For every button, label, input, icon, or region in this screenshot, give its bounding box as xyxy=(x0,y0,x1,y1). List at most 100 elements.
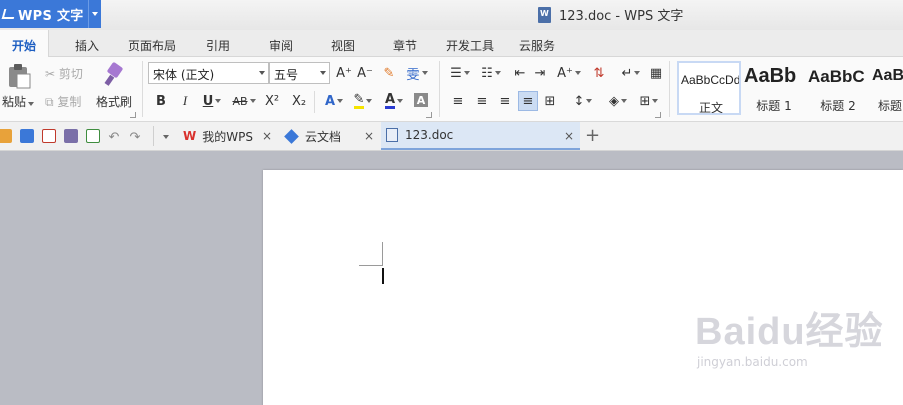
line-spacing-icon: ↕ xyxy=(573,93,585,109)
window-title-text: 123.doc - WPS 文字 xyxy=(559,9,684,24)
close-icon[interactable]: × xyxy=(364,129,374,143)
font-launcher[interactable] xyxy=(426,112,432,118)
baidu-watermark: Baidu经验 jingyan.baidu.com xyxy=(695,300,884,369)
italic-button[interactable]: I xyxy=(178,92,192,110)
save-icon[interactable] xyxy=(20,129,34,143)
tab-view[interactable]: 视图 xyxy=(331,37,355,54)
bold-button[interactable]: B xyxy=(154,92,168,110)
clipboard-launcher[interactable] xyxy=(130,112,136,118)
paragraph-launcher[interactable] xyxy=(655,112,661,118)
strikethrough-button[interactable]: AB xyxy=(230,92,258,110)
grow-font-button[interactable]: A⁺ xyxy=(335,64,353,82)
subscript-button[interactable]: X₂ xyxy=(290,92,308,110)
paint-bucket-icon: ◈ xyxy=(609,93,619,109)
tab-page-layout[interactable]: 页面布局 xyxy=(128,37,176,54)
ribbon-tabs: 开始 插入 页面布局 引用 审阅 视图 章节 开发工具 云服务 xyxy=(0,30,903,58)
line-spacing-button[interactable]: ↕ xyxy=(569,92,597,110)
margin-marker xyxy=(382,242,383,266)
align-right-icon[interactable]: ≡ xyxy=(497,92,513,110)
window-title: 123.doc - WPS 文字 xyxy=(538,5,683,24)
font-color-button[interactable]: A xyxy=(380,92,408,110)
shading-button[interactable]: ◈ xyxy=(604,92,632,110)
document-icon xyxy=(386,128,398,142)
sort-icon[interactable]: ⇅ xyxy=(590,64,608,82)
format-painter-icon[interactable] xyxy=(103,62,127,88)
copy-button[interactable]: ⧉ 复制 xyxy=(45,93,81,110)
bullets-button[interactable]: ☰ xyxy=(446,64,474,82)
cloud-doc-icon xyxy=(284,128,299,144)
change-case-button[interactable]: A⁺ xyxy=(555,64,583,82)
chevron-down-icon[interactable] xyxy=(88,0,101,28)
show-marks-button[interactable]: ↵ xyxy=(618,64,644,82)
cut-button[interactable]: ✂ 剪切 xyxy=(45,65,83,82)
underline-button[interactable]: U xyxy=(200,92,224,110)
change-case-icon: A⁺ xyxy=(557,65,573,81)
font-family-select[interactable]: 宋体 (正文) xyxy=(148,62,269,84)
justify-icon[interactable]: ≡ xyxy=(518,91,538,111)
superscript-button[interactable]: X² xyxy=(263,92,281,110)
borders-icon: ⊞ xyxy=(639,93,651,109)
increase-indent-icon[interactable]: ⇥ xyxy=(532,64,548,82)
tab-references[interactable]: 引用 xyxy=(206,37,230,54)
highlight-button[interactable]: ✎ xyxy=(350,92,376,110)
tab-home[interactable]: 开始 xyxy=(0,30,49,58)
margin-marker xyxy=(359,265,383,266)
redo-icon[interactable]: ↷ xyxy=(128,128,142,146)
close-icon[interactable]: × xyxy=(262,129,272,143)
app-menu-button[interactable]: WPS 文字 xyxy=(0,0,101,28)
export-pdf-icon[interactable] xyxy=(42,129,56,143)
watermark-brand: Baidu经验 xyxy=(695,311,884,353)
clear-format-icon[interactable]: ✎ xyxy=(381,64,397,82)
tab-insert[interactable]: 插入 xyxy=(75,37,99,54)
font-color-icon: A xyxy=(384,91,396,109)
undo-icon[interactable]: ↶ xyxy=(107,128,121,146)
borders-button[interactable]: ⊞ xyxy=(636,92,662,110)
tab-developer[interactable]: 开发工具 xyxy=(446,37,494,54)
paste-button[interactable]: 粘贴 xyxy=(2,93,35,110)
bullet-list-icon: ☰ xyxy=(450,65,462,81)
document-icon xyxy=(538,6,551,23)
tab-document-123[interactable]: 123.doc × xyxy=(381,122,580,150)
format-painter-button[interactable]: 格式刷 xyxy=(96,93,132,110)
chevron-down-icon xyxy=(163,135,169,139)
numbered-list-icon: ☷ xyxy=(481,65,493,81)
tab-section[interactable]: 章节 xyxy=(393,37,417,54)
table-icon[interactable]: ▦ xyxy=(648,64,664,82)
wps-logo-icon xyxy=(2,7,16,21)
new-tab-plus-icon[interactable]: + xyxy=(585,125,600,146)
tab-cloud-docs[interactable]: 云文档 × xyxy=(282,122,380,150)
paste-icon[interactable] xyxy=(6,63,32,89)
close-icon[interactable]: × xyxy=(564,129,574,143)
style-heading-2[interactable]: AaBbC 标题 2 xyxy=(806,61,870,115)
watermark-url: jingyan.baidu.com xyxy=(697,355,808,369)
align-center-icon[interactable]: ≡ xyxy=(474,92,490,110)
text-effect-button[interactable]: A xyxy=(320,92,348,110)
numbering-button[interactable]: ☷ xyxy=(477,64,505,82)
style-heading[interactable]: AaB 标题 xyxy=(870,61,903,115)
style-heading-1[interactable]: AaBb 标题 1 xyxy=(742,61,806,115)
font-size-select[interactable]: 五号 xyxy=(269,62,330,84)
copy-icon: ⧉ xyxy=(45,95,54,109)
distributed-icon[interactable]: ⊞ xyxy=(541,92,559,110)
app-name: WPS 文字 xyxy=(18,8,84,24)
open-folder-icon[interactable] xyxy=(0,129,12,143)
decrease-indent-icon[interactable]: ⇤ xyxy=(512,64,528,82)
align-left-icon[interactable]: ≡ xyxy=(450,92,466,110)
tab-my-wps[interactable]: W 我的WPS × xyxy=(180,122,278,150)
highlighter-icon: ✎ xyxy=(353,91,365,109)
title-bar: WPS 文字 123.doc - WPS 文字 xyxy=(0,0,903,30)
shrink-font-button[interactable]: A⁻ xyxy=(356,64,374,82)
document-page[interactable] xyxy=(263,170,903,405)
pinyin-guide-button[interactable]: 雯 xyxy=(404,64,430,83)
style-normal[interactable]: AaBbCcDd 正文 xyxy=(677,61,741,115)
wps-logo-icon: W xyxy=(183,129,197,143)
quick-access-and-tabs: ↶ ↷ W 我的WPS × 云文档 × 123.doc × + xyxy=(0,122,903,151)
print-preview-icon[interactable] xyxy=(86,129,100,143)
text-effect-icon: A xyxy=(324,93,336,109)
print-icon[interactable] xyxy=(64,129,78,143)
char-shading-icon[interactable]: A xyxy=(414,93,428,107)
quick-access-dropdown[interactable] xyxy=(159,128,171,146)
text-cursor xyxy=(382,268,384,284)
tab-cloud-service[interactable]: 云服务 xyxy=(519,37,555,54)
tab-review[interactable]: 审阅 xyxy=(269,37,293,54)
